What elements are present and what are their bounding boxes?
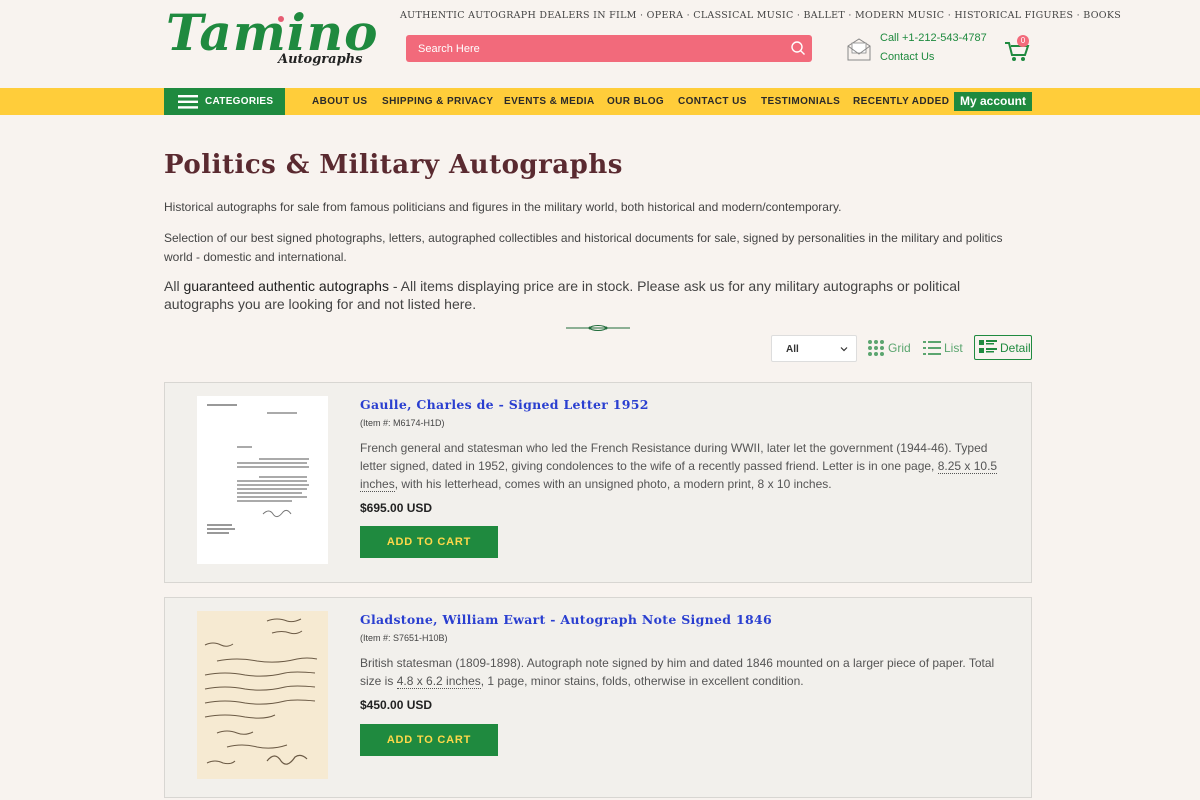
letter-thumbnail-icon bbox=[197, 396, 328, 564]
phone-link[interactable]: Call +1-212-543-4787 bbox=[880, 32, 987, 44]
filter-select[interactable]: All bbox=[771, 335, 857, 362]
product-title-link[interactable]: Gladstone, William Ewart - Autograph Not… bbox=[360, 612, 772, 627]
cart-button[interactable]: 0 bbox=[1003, 35, 1033, 63]
search-icon[interactable] bbox=[790, 40, 806, 56]
grid-icon bbox=[868, 340, 884, 356]
product-description: French general and statesman who led the… bbox=[360, 439, 1000, 493]
product-item-number: (Item #: S7651-H10B) bbox=[360, 633, 448, 643]
nav-recently-added[interactable]: RECENTLY ADDED bbox=[853, 96, 949, 107]
hamburger-icon bbox=[178, 95, 198, 109]
grid-label: Grid bbox=[888, 341, 911, 355]
search-input[interactable] bbox=[406, 35, 776, 62]
my-account-button[interactable]: My account bbox=[954, 92, 1032, 111]
product-desc-text: , 1 page, minor stains, folds, otherwise… bbox=[480, 674, 804, 688]
ornament-divider-icon bbox=[566, 325, 630, 331]
nav-our-blog[interactable]: OUR BLOG bbox=[607, 96, 664, 107]
intro-paragraph: Historical autographs for sale from famo… bbox=[164, 200, 842, 214]
page-title: Politics & Military Autographs bbox=[164, 150, 623, 180]
contact-block: Call +1-212-543-4787 Contact Us bbox=[846, 30, 996, 70]
site-header: Tamino Autographs AUTHENTIC AUTOGRAPH DE… bbox=[0, 0, 1200, 88]
detail-icon bbox=[979, 340, 997, 353]
nav-contact-us[interactable]: CONTACT US bbox=[678, 96, 747, 107]
product-price: $450.00 USD bbox=[360, 698, 433, 712]
selection-paragraph: Selection of our best signed photographs… bbox=[164, 231, 1003, 264]
product-card: Gladstone, William Ewart - Autograph Not… bbox=[164, 597, 1032, 798]
contact-us-link[interactable]: Contact Us bbox=[880, 51, 934, 63]
product-card: Gaulle, Charles de - Signed Letter 1952 … bbox=[164, 382, 1032, 583]
product-price: $695.00 USD bbox=[360, 501, 433, 515]
add-to-cart-button[interactable]: ADD TO CART bbox=[360, 724, 498, 756]
product-item-number: (Item #: M6174-H1D) bbox=[360, 418, 445, 428]
guarantee-paragraph: All guaranteed authentic autographs - Al… bbox=[164, 277, 1024, 313]
envelope-icon bbox=[847, 38, 871, 61]
product-dimension-link[interactable]: 4.8 x 6.2 inches bbox=[396, 674, 481, 689]
add-to-cart-button[interactable]: ADD TO CART bbox=[360, 526, 498, 558]
categories-button[interactable]: CATEGORIES bbox=[164, 88, 285, 115]
nav-testimonials[interactable]: TESTIMONIALS bbox=[761, 96, 840, 107]
nav-shipping-privacy[interactable]: SHIPPING & PRIVACY bbox=[382, 96, 493, 107]
note-thumbnail-icon bbox=[197, 611, 328, 779]
filter-value: All bbox=[786, 344, 799, 355]
logo-subtitle: Autographs bbox=[278, 52, 363, 67]
product-image[interactable] bbox=[197, 396, 328, 564]
product-desc-text: , with his letterhead, comes with an uns… bbox=[394, 477, 832, 491]
main-nav: CATEGORIES ABOUT US SHIPPING & PRIVACY E… bbox=[0, 88, 1200, 115]
tagline: AUTHENTIC AUTOGRAPH DEALERS IN FILM · OP… bbox=[400, 10, 1122, 21]
product-description: British statesman (1809-1898). Autograph… bbox=[360, 654, 1000, 690]
logo-dot-icon bbox=[278, 16, 284, 22]
list-label: List bbox=[944, 341, 963, 355]
site-logo[interactable]: Tamino Autographs bbox=[166, 4, 377, 74]
cart-count-badge: 0 bbox=[1017, 35, 1029, 47]
guarantee-prefix: All bbox=[164, 278, 184, 294]
nav-about-us[interactable]: ABOUT US bbox=[312, 96, 367, 107]
product-image[interactable] bbox=[197, 611, 328, 779]
product-title-link[interactable]: Gaulle, Charles de - Signed Letter 1952 bbox=[360, 397, 649, 412]
chevron-down-icon bbox=[840, 347, 848, 352]
guarantee-link[interactable]: guaranteed authentic autographs bbox=[183, 278, 389, 294]
view-detail-button[interactable]: Detail bbox=[974, 335, 1032, 360]
product-desc-text: French general and statesman who led the… bbox=[360, 441, 988, 473]
nav-events-media[interactable]: EVENTS & MEDIA bbox=[504, 96, 595, 107]
search-bar bbox=[406, 35, 812, 62]
list-icon bbox=[923, 341, 941, 355]
detail-label: Detail bbox=[1000, 341, 1031, 355]
categories-label: CATEGORIES bbox=[205, 96, 274, 107]
